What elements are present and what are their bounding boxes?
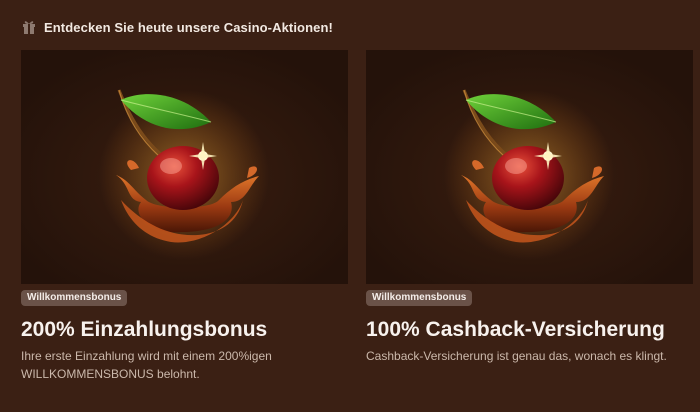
promotion-title[interactable]: 100% Cashback-Versicherung: [366, 318, 665, 342]
promotions-header: Entdecken Sie heute unsere Casino-Aktion…: [22, 17, 333, 37]
promotion-card-cashback-insurance[interactable]: Willkommensbonus 100% Cashback-Versicher…: [366, 50, 693, 390]
gift-icon: [22, 19, 36, 35]
cherry-splash-illustration: [366, 50, 693, 284]
promotion-title[interactable]: 200% Einzahlungsbonus: [21, 318, 267, 342]
promotion-cards: Willkommensbonus 200% Einzahlungsbonus I…: [21, 50, 693, 390]
welcome-bonus-badge: Willkommensbonus: [366, 290, 473, 306]
promotion-description: Cashback-Versicherung ist genau das, won…: [366, 349, 667, 363]
promotion-card-deposit-bonus[interactable]: Willkommensbonus 200% Einzahlungsbonus I…: [21, 50, 348, 390]
cherry-splash-illustration: [21, 50, 348, 284]
promotion-description: Ihre erste Einzahlung wird mit einem 200…: [21, 349, 272, 381]
welcome-bonus-badge: Willkommensbonus: [21, 290, 128, 306]
promotions-title: Entdecken Sie heute unsere Casino-Aktion…: [44, 19, 333, 35]
